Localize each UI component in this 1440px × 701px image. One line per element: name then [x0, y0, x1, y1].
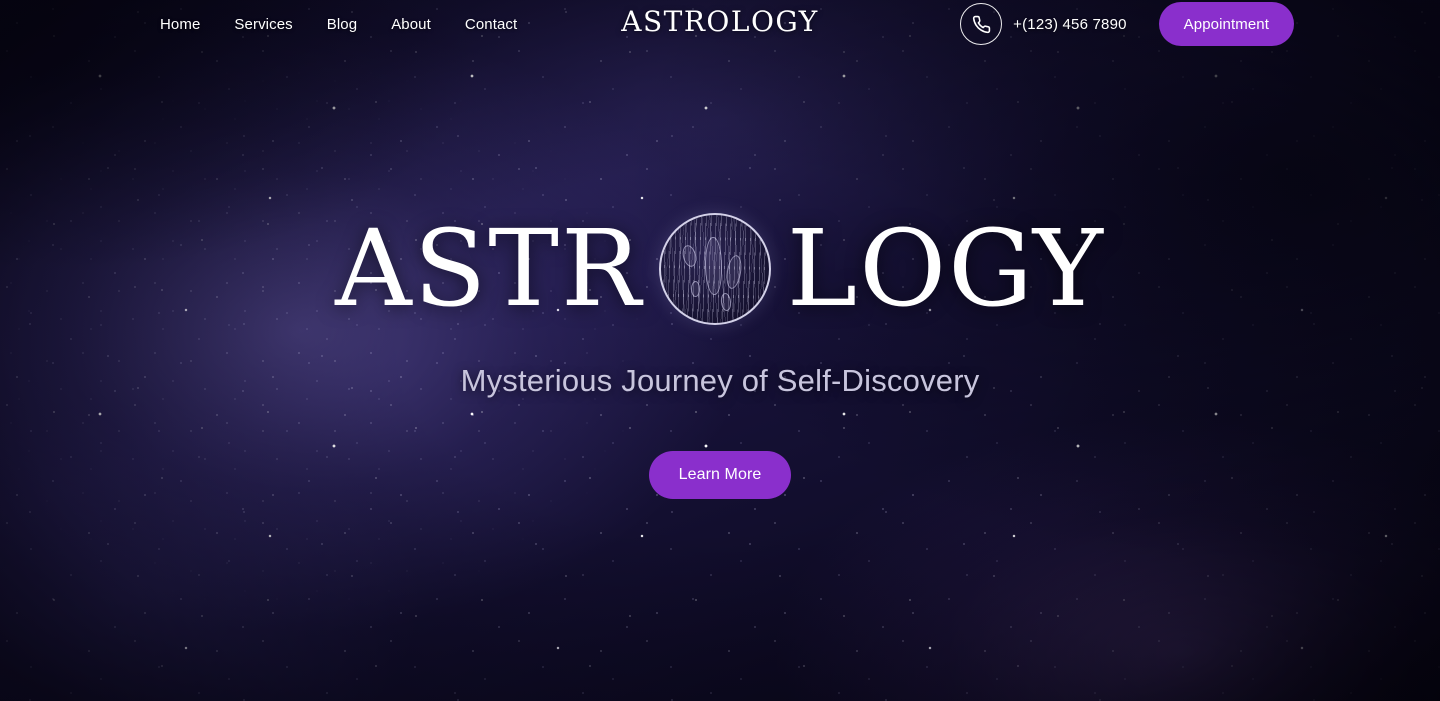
nav-item-home[interactable]: Home	[160, 16, 200, 33]
brand-logo-text[interactable]: ASTROLOGY	[621, 5, 819, 38]
moon-planet-icon	[658, 212, 771, 325]
hero-title-left: ASTR	[335, 206, 643, 330]
phone-contact-group[interactable]: +(123) 456 7890	[960, 3, 1127, 45]
moon-detail	[704, 236, 722, 295]
phone-icon[interactable]	[960, 3, 1003, 45]
hero-tagline: Mysterious Journey of Self-Discovery	[460, 362, 980, 398]
main-navigation: Home Services Blog About Contact	[160, 16, 517, 33]
moon-detail	[690, 280, 700, 297]
nav-item-services[interactable]: Services	[234, 16, 292, 33]
hero-title-right: LOGY	[786, 206, 1105, 330]
hero-section: ASTR LOGY Mysterious Journey of Self-Dis…	[0, 0, 1440, 701]
hero-page: Home Services Blog About Contact ASTROLO…	[0, 0, 1440, 701]
nav-item-blog[interactable]: Blog	[327, 16, 357, 33]
site-header: Home Services Blog About Contact ASTROLO…	[0, 0, 1440, 48]
hero-logo: ASTR LOGY	[335, 206, 1105, 330]
phone-number-text[interactable]: +(123) 456 7890	[1013, 16, 1127, 33]
nav-item-about[interactable]: About	[391, 16, 431, 33]
appointment-button[interactable]: Appointment	[1158, 2, 1294, 46]
header-right-group: +(123) 456 7890 Appointment	[960, 0, 1440, 48]
learn-more-button[interactable]: Learn More	[648, 450, 792, 499]
nav-item-contact[interactable]: Contact	[465, 16, 517, 33]
